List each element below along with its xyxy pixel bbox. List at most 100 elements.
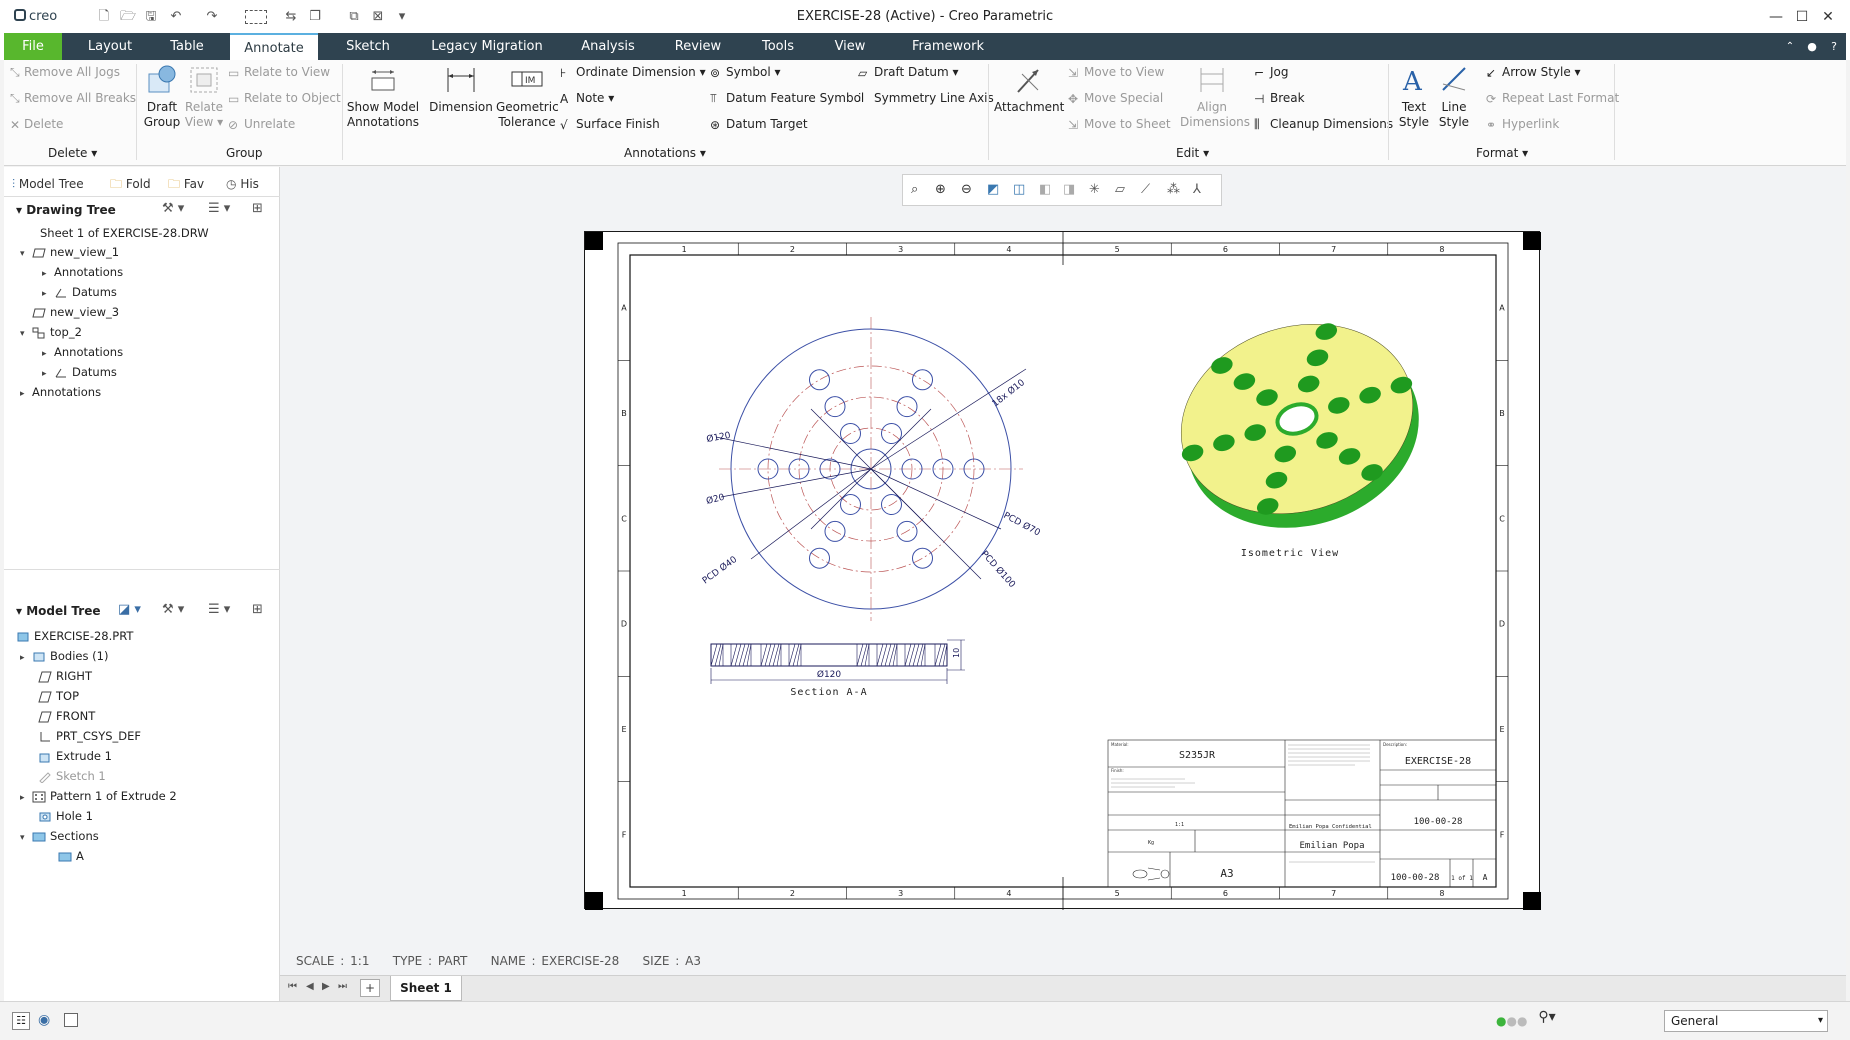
hole-circle[interactable]: [912, 547, 933, 569]
next-sheet-icon[interactable]: ▶: [322, 981, 330, 992]
tab-sketch[interactable]: Sketch: [340, 33, 396, 60]
panel-tab-model-tree[interactable]: ⫶ Model Tree: [12, 173, 84, 195]
zoom-in-icon[interactable]: ⊕: [935, 182, 946, 197]
jog-button[interactable]: ⌐ Jog: [1254, 65, 1289, 80]
model-item-front[interactable]: FRONT: [38, 707, 95, 725]
ordinate-dimension-button[interactable]: ⊦ Ordinate Dimension ▾: [560, 65, 706, 80]
navigator-toggle-icon[interactable]: ☷: [12, 1012, 30, 1030]
close-icon[interactable]: ✕: [1814, 6, 1842, 28]
tab-framework[interactable]: Framework: [910, 33, 986, 60]
add-sheet-button[interactable]: +: [360, 979, 380, 997]
point-display-icon[interactable]: ⁂: [1167, 182, 1180, 197]
tab-table[interactable]: Table: [162, 33, 212, 60]
dim-pcd100[interactable]: PCD Ø100: [979, 549, 1018, 591]
align-dimensions-button[interactable]: Align Dimensions: [1180, 64, 1250, 130]
show-model-annotations-button[interactable]: Show Model Annotations: [344, 64, 422, 130]
browser-toggle-icon[interactable]: ◉: [38, 1012, 50, 1028]
dim-d120[interactable]: Ø120: [706, 430, 732, 445]
axis-display-icon[interactable]: ⟋: [1141, 182, 1150, 197]
hole-circle[interactable]: [881, 423, 902, 444]
surface-finish-button[interactable]: √ Surface Finish: [560, 117, 660, 132]
refit-icon[interactable]: ⌕: [911, 182, 918, 197]
section-dim-thickness[interactable]: 10: [952, 648, 961, 658]
cleanup-dimensions-button[interactable]: ⫼ Cleanup Dimensions: [1254, 117, 1393, 132]
unrelate-button[interactable]: ⊘ Unrelate: [228, 117, 295, 132]
datum-display-icon[interactable]: ✳: [1089, 182, 1100, 197]
model-item-extrude-1[interactable]: Extrude 1: [38, 747, 112, 765]
hole-circle[interactable]: [809, 369, 830, 391]
move-special-button[interactable]: ✥ Move Special: [1068, 91, 1163, 106]
section-dim-d120[interactable]: Ø120: [817, 669, 842, 680]
zoom-out-icon[interactable]: ⊖: [961, 182, 972, 197]
annotations-group-label[interactable]: Annotations ▾: [624, 146, 706, 160]
relate-to-object-button[interactable]: ▭ Relate to Object: [228, 91, 341, 106]
model-item-bodies[interactable]: ▸ Bodies (1): [20, 647, 108, 665]
symmetry-line-axis-button[interactable]: ⫶ Symmetry Line Axis: [858, 91, 994, 106]
tab-legacy-migration[interactable]: Legacy Migration: [428, 33, 546, 60]
tab-review[interactable]: Review: [670, 33, 726, 60]
panel-tab-history[interactable]: ◷ His: [226, 173, 259, 195]
repaint-icon[interactable]: ◩: [987, 182, 999, 197]
attachment-button[interactable]: Attachment: [994, 64, 1064, 115]
tab-file[interactable]: File: [4, 33, 62, 60]
hole-circle[interactable]: [896, 396, 918, 418]
tree-item-top-2[interactable]: ▾ top_2: [20, 323, 82, 341]
isometric-part[interactable]: [1156, 295, 1443, 557]
tree-item-new-view-3[interactable]: new_view_3: [32, 303, 119, 321]
drawing-canvas[interactable]: ⌕ ⊕ ⊖ ◩ ◫ ◧ ◨ ✳ ▱ ⟋ ⁂ ⅄ 1 1 2 2 3 3 4 4 5 5 6 6 7 7 8 8…: [280, 167, 1846, 975]
delete-group-label[interactable]: Delete ▾: [48, 146, 97, 160]
geometric-tolerance-button[interactable]: IM Geometric Tolerance: [496, 64, 559, 130]
tree-columns-icon[interactable]: ☰ ▾: [208, 201, 230, 216]
model-item-part[interactable]: EXERCISE-28.PRT: [16, 627, 133, 645]
hole-circle[interactable]: [809, 547, 830, 569]
tab-analysis[interactable]: Analysis: [578, 33, 638, 60]
panel-tab-folder[interactable]: 🗀 Fold: [110, 173, 151, 195]
dim-holes[interactable]: 18x Ø10: [990, 377, 1027, 409]
model-item-csys[interactable]: PRT_CSYS_DEF: [38, 727, 141, 745]
model-item-sections[interactable]: ▾ Sections: [20, 827, 99, 845]
tree-item-datums-2[interactable]: ▸ Datums: [42, 363, 117, 381]
tree-filter-icon[interactable]: ⊞: [252, 201, 263, 216]
draft-group-button[interactable]: Draft Group: [140, 64, 184, 130]
model-tree-header[interactable]: ▾ Model Tree: [16, 604, 100, 618]
model-item-sketch-1[interactable]: Sketch 1: [38, 767, 106, 785]
saved-views-icon[interactable]: ◧: [1039, 182, 1051, 197]
find-icon[interactable]: ⚲▾: [1530, 1009, 1564, 1031]
tree-item-annotations-1[interactable]: ▸ Annotations: [42, 263, 123, 281]
move-to-view-button[interactable]: ⇲ Move to View: [1068, 65, 1164, 80]
model-tree-display-icon[interactable]: ◪ ▾: [118, 602, 141, 617]
tree-item-annotations-2[interactable]: ▸ Annotations: [42, 343, 123, 361]
help-icon[interactable]: ?: [1826, 33, 1842, 60]
model-tree-columns-icon[interactable]: ☰ ▾: [208, 602, 230, 617]
tree-item-annotations-3[interactable]: ▸ Annotations: [20, 383, 101, 401]
selection-filter-select[interactable]: General ▾: [1664, 1010, 1828, 1032]
text-style-button[interactable]: A Text Style: [1394, 64, 1434, 130]
line-style-button[interactable]: Line Style: [1434, 64, 1474, 130]
tab-tools[interactable]: Tools: [756, 33, 800, 60]
hole-circle[interactable]: [912, 369, 933, 391]
symbol-button[interactable]: ⊚ Symbol ▾: [710, 65, 781, 80]
panel-tab-favorites[interactable]: 🗀 Fav: [168, 173, 204, 195]
fullscreen-icon[interactable]: [64, 1013, 78, 1027]
relate-view-button[interactable]: Relate View ▾: [184, 64, 224, 130]
datum-target-button[interactable]: ⊛ Datum Target: [710, 117, 808, 132]
model-tree-filter-icon[interactable]: ⊞: [252, 602, 263, 617]
prev-sheet-icon[interactable]: ◀: [306, 981, 314, 992]
arrow-style-button[interactable]: ↙ Arrow Style ▾: [1486, 65, 1581, 80]
dim-pcd70[interactable]: PCD Ø70: [1002, 510, 1043, 539]
relate-to-view-button[interactable]: ▭ Relate to View: [228, 65, 330, 80]
sheet-tab-1[interactable]: Sheet 1: [390, 976, 462, 1001]
display-style-icon[interactable]: ◫: [1013, 182, 1025, 197]
tab-layout[interactable]: Layout: [80, 33, 140, 60]
last-sheet-icon[interactable]: ⏭: [338, 981, 347, 992]
tree-settings-icon[interactable]: ⚒ ▾: [162, 201, 184, 216]
format-group-label[interactable]: Format ▾: [1476, 146, 1528, 160]
user-icon[interactable]: ●: [1804, 33, 1820, 60]
drawing-tree-header[interactable]: ▾ Drawing Tree: [16, 203, 116, 217]
remove-all-jogs-button[interactable]: ⤡ Remove All Jogs: [10, 65, 120, 80]
model-item-top[interactable]: TOP: [38, 687, 79, 705]
model-item-pattern[interactable]: ▸ Pattern 1 of Extrude 2: [20, 787, 177, 805]
dimension-button[interactable]: Dimension: [428, 64, 494, 115]
model-item-right[interactable]: RIGHT: [38, 667, 92, 685]
tab-view[interactable]: View: [830, 33, 870, 60]
